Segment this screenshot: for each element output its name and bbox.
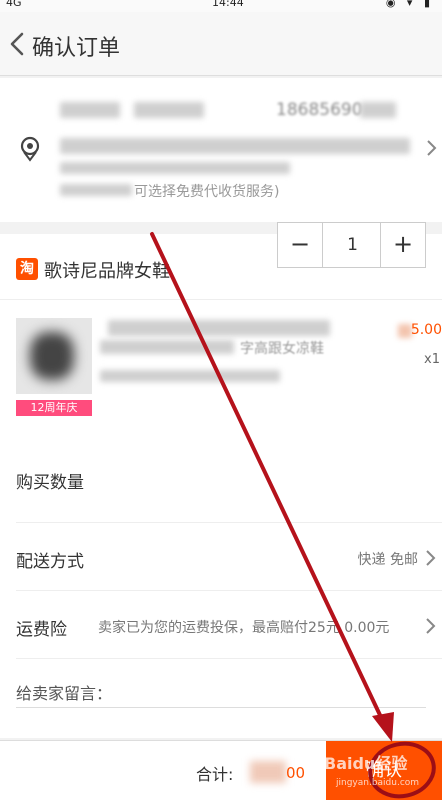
- product-sku-redacted: [100, 370, 280, 382]
- shop-name: 歌诗尼品牌女鞋: [44, 261, 170, 282]
- quantity-stepper: − 1 +: [277, 222, 426, 268]
- promo-badge: 12周年庆: [16, 400, 92, 416]
- taobao-icon: 淘: [16, 258, 38, 280]
- recipient-name-redacted-2: [134, 102, 204, 118]
- product-price: 5.00: [410, 322, 442, 338]
- product-title: 字高跟女凉鞋: [240, 341, 324, 357]
- confirm-button[interactable]: 确认: [326, 741, 442, 800]
- signal-indicator: 4G: [6, 0, 22, 9]
- address-card[interactable]: 18685690 可选择免费代收货服务): [0, 78, 442, 222]
- product-row[interactable]: 12周年庆 字高跟女凉鞋 5.00 x1: [0, 300, 442, 416]
- seller-message-input[interactable]: [16, 680, 426, 708]
- order-card: 淘 歌诗尼品牌女鞋 12周年庆 字高跟女凉鞋 5.00 x1 购买数量 配送方式…: [0, 234, 442, 738]
- address-line-redacted: [60, 138, 410, 154]
- phone-redacted: [360, 102, 396, 118]
- shipping-insurance-value: 卖家已为您的运费投保，最高赔付25元 0.00元: [98, 620, 390, 636]
- nav-bar: 确认订单: [0, 12, 442, 76]
- purchase-quantity-label: 购买数量: [16, 473, 84, 493]
- shipping-insurance-row[interactable]: 运费险 卖家已为您的运费投保，最高赔付25元 0.00元: [16, 590, 442, 658]
- status-bar: 4G 14:44 ◉ ▾ ▮: [0, 0, 442, 12]
- chevron-right-icon: [427, 140, 437, 156]
- total-redacted: [250, 761, 286, 783]
- delivery-label: 配送方式: [16, 552, 84, 572]
- address-note-redacted: [60, 184, 132, 196]
- chevron-right-icon: [426, 550, 436, 566]
- recipient-phone: 18685690: [276, 100, 363, 120]
- location-pin-icon: [20, 136, 40, 162]
- quantity-decrease-button[interactable]: −: [278, 223, 323, 267]
- address-note: 可选择免费代收货服务): [134, 184, 280, 200]
- chevron-left-icon: [10, 32, 24, 56]
- total-label: 合计:: [196, 765, 234, 784]
- address-line-redacted-2: [60, 162, 290, 174]
- product-image-redacted: [30, 332, 74, 380]
- chevron-right-icon: [426, 618, 436, 634]
- delivery-row[interactable]: 配送方式 快递 免邮: [16, 522, 442, 590]
- product-thumbnail: [16, 318, 92, 394]
- delivery-value: 快递 免邮: [357, 552, 418, 568]
- product-title-redacted: [108, 320, 330, 336]
- back-button[interactable]: [4, 26, 32, 62]
- page-title: 确认订单: [32, 36, 121, 61]
- quantity-increase-button[interactable]: +: [380, 223, 425, 267]
- product-title-redacted-2: [100, 340, 234, 354]
- purchase-quantity-row: 购买数量: [16, 416, 442, 522]
- wifi-icon: ◉ ▾ ▮: [385, 0, 434, 9]
- product-quantity: x1: [424, 352, 440, 367]
- shipping-insurance-label: 运费险: [16, 620, 67, 640]
- quantity-value[interactable]: 1: [324, 223, 381, 267]
- clock: 14:44: [212, 0, 244, 9]
- recipient-name-redacted: [60, 102, 120, 118]
- total-value: 00: [286, 764, 306, 782]
- bottom-bar: 合计: 00 确认: [0, 740, 442, 800]
